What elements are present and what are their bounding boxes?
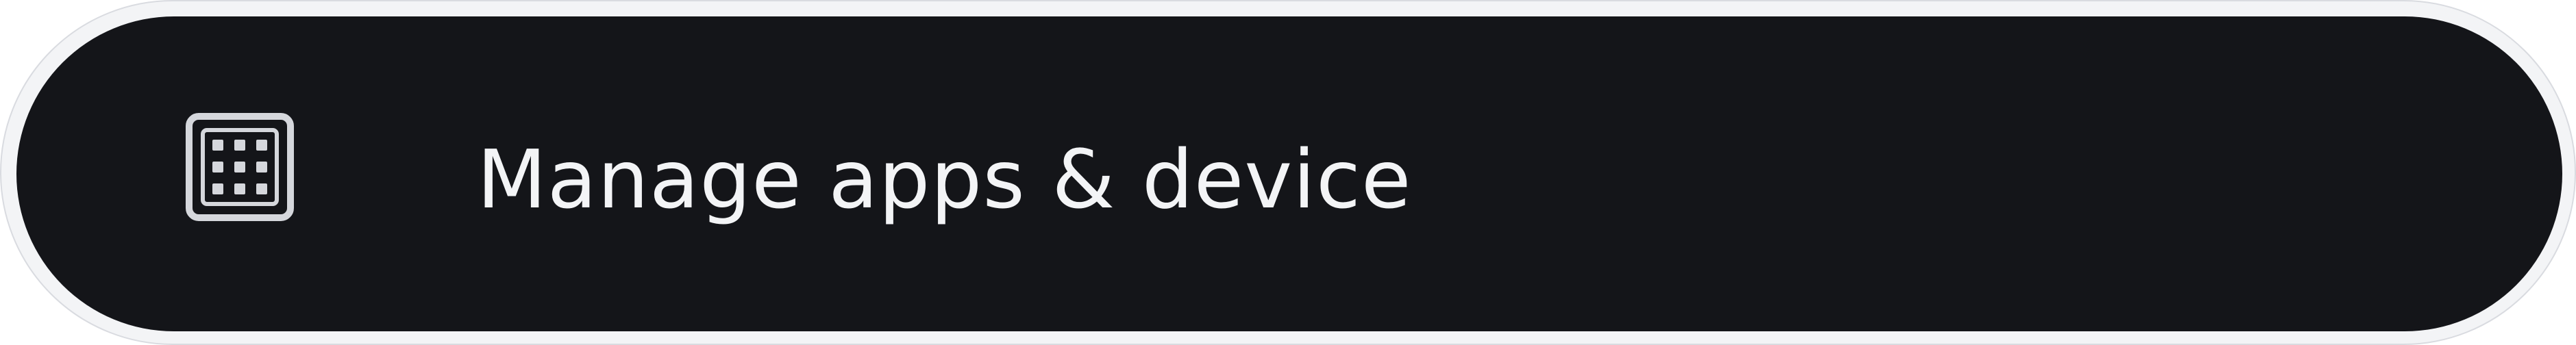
menu-item-container: Manage apps & device (0, 0, 2576, 345)
apps-grid-icon-graphic (186, 113, 294, 221)
apps-grid-icon (175, 105, 304, 229)
menu-item-label: Manage apps & device (477, 132, 1412, 227)
manage-apps-and-device-item[interactable]: Manage apps & device (16, 16, 2562, 331)
